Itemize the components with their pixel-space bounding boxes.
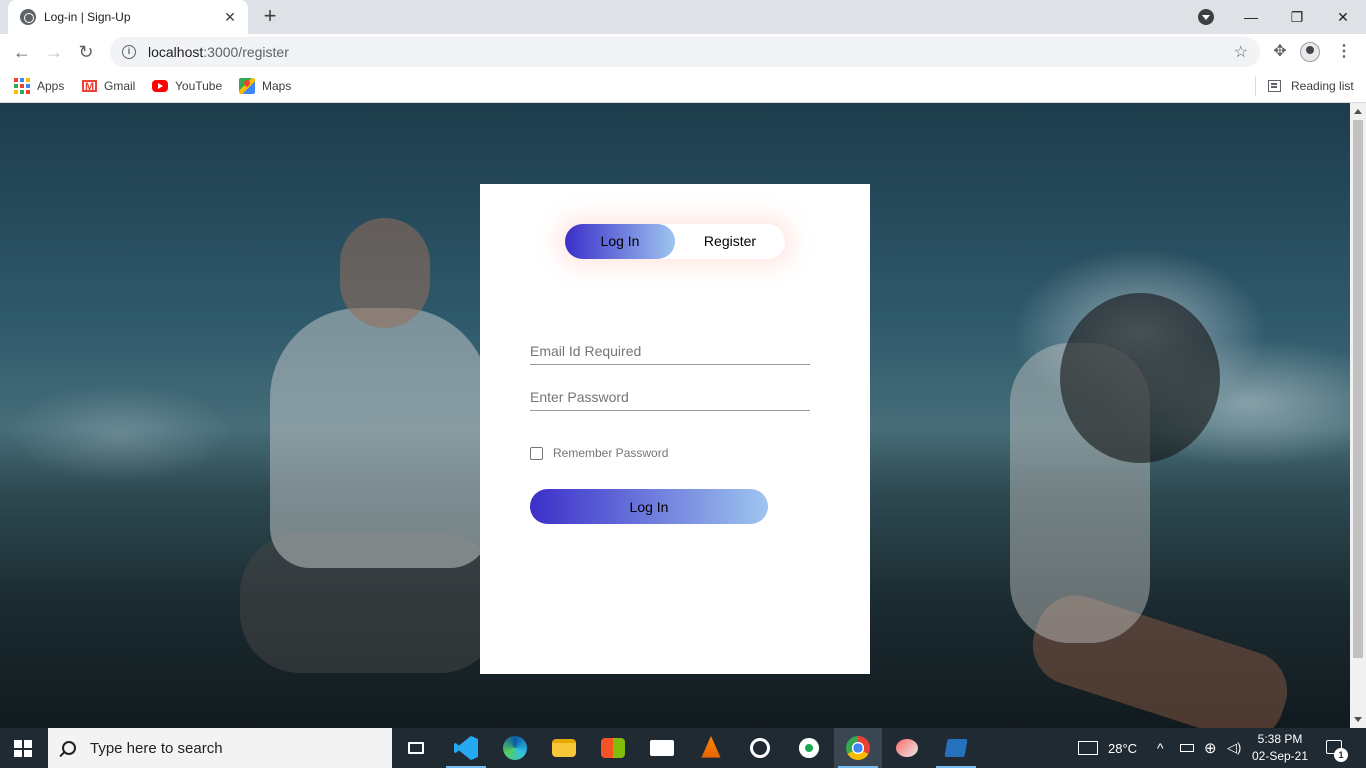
- profile-avatar[interactable]: [1300, 42, 1320, 62]
- close-window-button[interactable]: ✕: [1320, 0, 1366, 34]
- chrome-icon[interactable]: [834, 728, 882, 768]
- bookmark-gmail[interactable]: Gmail: [82, 76, 135, 96]
- globe-icon: [20, 9, 36, 25]
- clock-time: 5:38 PM: [1257, 732, 1303, 746]
- scroll-up-icon[interactable]: [1354, 109, 1362, 114]
- vlc-icon[interactable]: [687, 728, 735, 768]
- background-photo-figure: [270, 308, 490, 568]
- scroll-thumb[interactable]: [1353, 120, 1363, 658]
- search-icon: [62, 741, 76, 755]
- scroll-down-icon[interactable]: [1354, 717, 1362, 722]
- password-field[interactable]: [530, 375, 810, 410]
- tab-register[interactable]: Register: [675, 224, 785, 259]
- extensions-puzzle-icon[interactable]: ✥: [1270, 42, 1290, 62]
- maximize-button[interactable]: ❐: [1274, 0, 1320, 34]
- apps-grid-icon: [14, 78, 30, 94]
- tab-close-icon[interactable]: ✕: [222, 9, 238, 26]
- taskbar-search-placeholder: Type here to search: [90, 739, 223, 757]
- back-icon[interactable]: ←: [10, 40, 34, 64]
- bookmarks-divider: [1255, 76, 1256, 96]
- reload-icon[interactable]: ↻: [74, 40, 98, 64]
- network-globe-icon[interactable]: ⊕: [1204, 728, 1217, 768]
- vscode-icon[interactable]: [442, 728, 490, 768]
- bookmark-label: YouTube: [175, 79, 223, 93]
- remember-password-row[interactable]: Remember Password: [530, 446, 668, 460]
- news-weather-widget[interactable]: 28°C: [1078, 728, 1137, 768]
- menu-kebab-icon[interactable]: ⋮: [1334, 42, 1354, 62]
- edge-icon[interactable]: [491, 728, 539, 768]
- browser-tab-strip: Log-in | Sign-Up ✕ + — ❐ ✕: [0, 0, 1366, 34]
- volume-icon[interactable]: ◁): [1227, 728, 1241, 768]
- url-path: :3000/register: [203, 44, 289, 60]
- address-bar[interactable]: i localhost:3000/register ☆: [110, 37, 1260, 67]
- clock-date: 02-Sep-21: [1251, 749, 1309, 763]
- background-photo-figure: [340, 218, 430, 328]
- tray-overflow-icon[interactable]: ^: [1157, 728, 1164, 768]
- reading-list-label: Reading list: [1291, 79, 1354, 93]
- reading-list-icon: [1268, 80, 1281, 92]
- bookmark-label: Maps: [262, 79, 292, 93]
- background-photo-figure: [1060, 293, 1220, 463]
- bookmark-label: Apps: [37, 79, 65, 93]
- browser-toolbar: ← → ↻ i localhost:3000/register ☆ ✥ ⋮: [0, 34, 1366, 70]
- auth-card: Log In Register Remember Password Log In: [480, 184, 870, 674]
- bookmark-youtube[interactable]: YouTube: [152, 76, 222, 96]
- minimize-button[interactable]: —: [1228, 0, 1274, 34]
- tab-title: Log-in | Sign-Up: [44, 10, 131, 24]
- taskbar-clock[interactable]: 5:38 PM 02-Sep-21: [1248, 731, 1312, 765]
- password-field-wrapper: [530, 375, 810, 411]
- tab-login[interactable]: Log In: [565, 224, 675, 259]
- taskbar-search[interactable]: Type here to search: [48, 728, 392, 768]
- url-text[interactable]: localhost:3000/register: [148, 44, 1234, 60]
- bookmark-label: Gmail: [104, 79, 136, 93]
- new-tab-button[interactable]: +: [258, 5, 282, 29]
- windows-taskbar: Type here to search 28°C ^ ⊕ ◁) 5:38 PM …: [0, 728, 1366, 768]
- page-scrollbar[interactable]: [1350, 103, 1366, 728]
- browser-tab-active[interactable]: Log-in | Sign-Up ✕: [8, 0, 248, 34]
- bookmark-maps[interactable]: Maps: [239, 76, 291, 96]
- windows-start-icon[interactable]: [14, 740, 32, 757]
- email-field[interactable]: [530, 329, 810, 364]
- powershell-icon[interactable]: [932, 728, 980, 768]
- snipping-tool-icon[interactable]: [883, 728, 931, 768]
- store-icon[interactable]: [589, 728, 637, 768]
- forward-icon[interactable]: →: [42, 40, 66, 64]
- maps-icon: [239, 78, 255, 94]
- mail-icon[interactable]: [638, 728, 686, 768]
- login-submit-button[interactable]: Log In: [530, 489, 768, 524]
- gmail-icon: [82, 80, 97, 93]
- remember-password-checkbox[interactable]: [530, 446, 543, 460]
- app-circle-icon[interactable]: [736, 728, 784, 768]
- mongodb-compass-icon[interactable]: [785, 728, 833, 768]
- bookmark-apps[interactable]: Apps: [14, 76, 64, 96]
- auth-toggle: Log In Register: [565, 224, 785, 259]
- file-explorer-icon[interactable]: [540, 728, 588, 768]
- tab-search-icon[interactable]: [1198, 9, 1214, 25]
- weather-text: 28°C: [1108, 740, 1138, 756]
- notification-badge: 1: [1334, 748, 1348, 762]
- reading-list-button[interactable]: Reading list: [1268, 76, 1354, 96]
- bookmark-star-icon[interactable]: ☆: [1234, 42, 1248, 62]
- page-background: Log In Register Remember Password Log In: [0, 103, 1350, 728]
- task-view-icon[interactable]: [392, 728, 440, 768]
- news-icon: [1078, 741, 1098, 755]
- battery-icon[interactable]: [1180, 728, 1194, 768]
- site-info-icon[interactable]: i: [122, 45, 136, 59]
- url-host: localhost: [148, 44, 204, 60]
- youtube-icon: [152, 80, 168, 92]
- bookmarks-bar: Apps Gmail YouTube Maps Reading list: [0, 70, 1366, 103]
- email-field-wrapper: [530, 329, 810, 365]
- remember-password-label: Remember Password: [553, 446, 669, 460]
